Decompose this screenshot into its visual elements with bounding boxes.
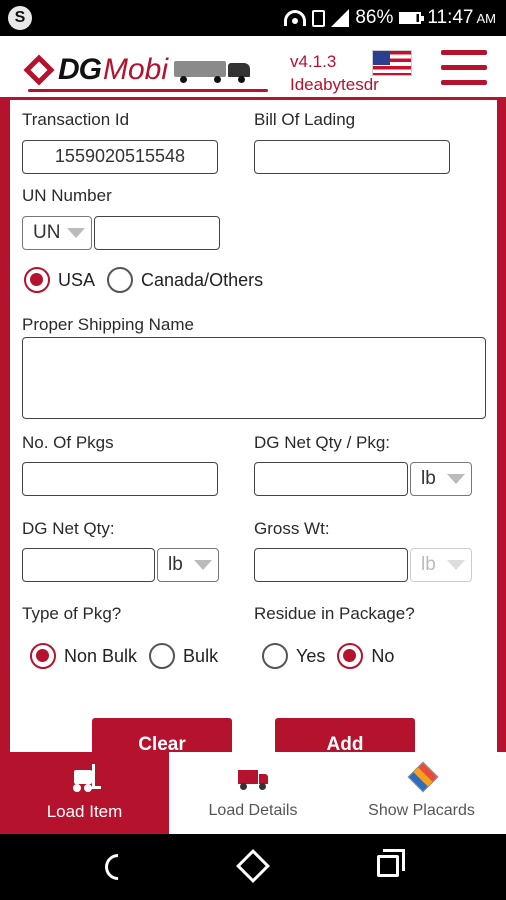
transaction-id-field[interactable]: 1559020515548	[22, 140, 218, 174]
version-info: v4.1.3 Ideabytesdr	[290, 50, 379, 96]
chevron-down-icon	[194, 560, 212, 570]
gross-wt-unit: lb	[421, 554, 436, 575]
signal-icon	[331, 9, 350, 27]
clock-time: 11:47	[427, 7, 474, 28]
wifi-icon	[284, 10, 307, 26]
skype-icon: S	[8, 6, 32, 30]
dg-net-qty-per-pkg-unit-select[interactable]: lb	[410, 462, 472, 496]
radio-residue-no[interactable]	[337, 643, 364, 669]
tab-load-details-label: Load Details	[208, 802, 298, 819]
dgmobi-logo: DG Mobi	[23, 52, 268, 92]
un-number-label: UN Number	[22, 186, 112, 205]
tab-load-item[interactable]: Load Item	[0, 752, 169, 834]
chevron-down-icon	[447, 560, 465, 570]
version-number: v4.1.3	[290, 52, 337, 71]
dg-net-qty-label: DG Net Qty:	[22, 519, 115, 538]
radio-bulk-label: Bulk	[183, 645, 219, 666]
gross-wt-field[interactable]	[254, 548, 408, 582]
recent-apps-icon[interactable]	[377, 849, 405, 877]
residue-in-package-label: Residue in Package?	[254, 604, 415, 623]
radio-residue-yes-label: Yes	[296, 645, 326, 666]
status-bar: S 86% 11:47 AM	[0, 0, 506, 36]
logo-diamond-icon	[23, 54, 55, 86]
home-icon[interactable]	[236, 849, 270, 883]
tab-show-placards-label: Show Placards	[368, 802, 475, 819]
dg-net-qty-per-pkg-field[interactable]	[254, 462, 408, 496]
un-number-field[interactable]	[94, 216, 220, 250]
back-icon[interactable]	[99, 848, 137, 886]
gross-wt-label: Gross Wt:	[254, 519, 330, 538]
no-of-pkgs-field[interactable]	[22, 462, 218, 496]
tab-show-placards[interactable]: Show Placards	[337, 752, 506, 834]
logo-mobi-text: Mobi	[103, 53, 169, 86]
dg-net-qty-field[interactable]	[22, 548, 155, 582]
tab-load-details[interactable]: Load Details	[169, 752, 337, 834]
dg-net-qty-per-pkg-label: DG Net Qty / Pkg:	[254, 433, 391, 452]
logo-truck-icon	[174, 57, 254, 83]
sdcard-icon	[312, 9, 326, 27]
radio-non-bulk[interactable]	[30, 643, 56, 669]
battery-percent: 86%	[355, 7, 394, 28]
dg-net-qty-per-pkg-unit: lb	[421, 468, 436, 489]
radio-residue-yes[interactable]	[262, 643, 288, 669]
bottom-nav: Load Item Load Details Show Placards	[0, 752, 506, 834]
battery-icon	[399, 12, 425, 24]
region-radio-group: USA Canada/Others	[24, 267, 263, 293]
no-of-pkgs-label: No. Of Pkgs	[22, 433, 114, 452]
hamburger-menu-icon[interactable]	[441, 50, 487, 86]
chevron-down-icon	[67, 228, 85, 238]
proper-shipping-name-label: Proper Shipping Name	[22, 315, 194, 334]
logo-dg-text: DG	[58, 53, 102, 86]
truck-icon	[238, 764, 268, 792]
radio-usa[interactable]	[24, 267, 50, 293]
forklift-icon	[70, 764, 101, 792]
type-of-pkg-label: Type of Pkg?	[22, 604, 122, 623]
tab-load-item-label: Load Item	[46, 802, 123, 821]
radio-bulk[interactable]	[149, 643, 176, 669]
form-frame: Transaction Id 1559020515548 Bill Of Lad…	[0, 100, 506, 758]
chevron-down-icon	[447, 474, 465, 484]
radio-canada-others[interactable]	[107, 267, 134, 293]
username: Ideabytesdr	[290, 75, 379, 94]
radio-residue-no-label: No	[371, 645, 395, 666]
status-indicators: 86% 11:47 AM	[284, 0, 496, 36]
radio-non-bulk-label: Non Bulk	[64, 645, 138, 666]
logo-swoosh	[28, 89, 268, 92]
clock-ampm: AM	[476, 10, 497, 26]
dg-net-qty-unit-select[interactable]: lb	[157, 548, 219, 582]
bill-of-lading-field[interactable]	[254, 140, 450, 174]
un-prefix-select[interactable]: UN	[22, 216, 92, 250]
transaction-id-label: Transaction Id	[22, 110, 130, 129]
gross-wt-unit-select: lb	[410, 548, 472, 582]
proper-shipping-name-field[interactable]	[22, 337, 486, 419]
system-nav-bar	[0, 834, 506, 900]
dg-net-qty-unit: lb	[168, 554, 183, 575]
type-of-pkg-radio-group: Non Bulk Bulk	[30, 643, 218, 669]
un-prefix-value: UN	[33, 222, 61, 243]
load-item-form: Transaction Id 1559020515548 Bill Of Lad…	[10, 100, 497, 758]
placard-icon	[406, 761, 439, 793]
residue-radio-group: Yes No	[262, 643, 394, 669]
app-header: DG Mobi v4.1.3 Ideabytesdr	[0, 36, 506, 100]
radio-canada-others-label: Canada/Others	[141, 269, 264, 290]
radio-usa-label: USA	[58, 269, 96, 290]
bill-of-lading-label: Bill Of Lading	[254, 110, 356, 129]
us-flag-icon[interactable]	[372, 50, 412, 76]
